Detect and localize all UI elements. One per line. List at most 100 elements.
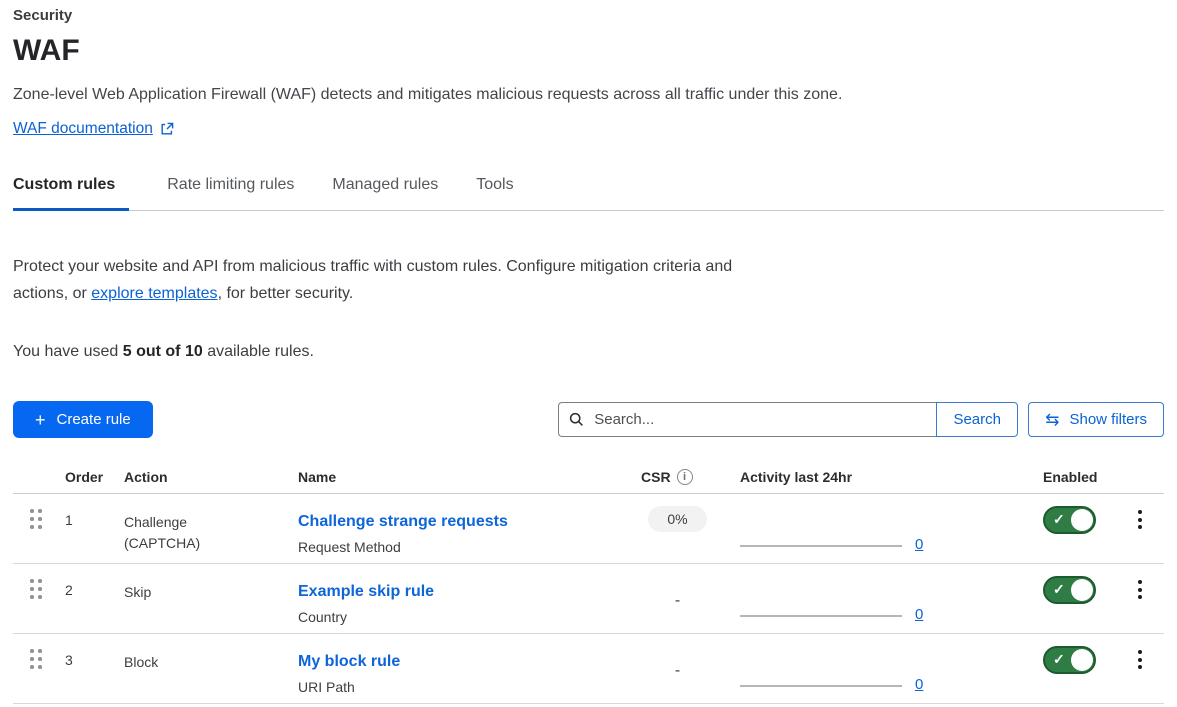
row-csr-cell: 0% <box>630 494 725 563</box>
search-group: Search <box>558 402 1018 437</box>
plus-icon: + <box>35 411 46 429</box>
row-csr-cell: - <box>630 564 725 633</box>
activity-sparkline <box>740 615 902 617</box>
doc-link-row: WAF documentation <box>13 120 1164 138</box>
row-order: 1 <box>65 494 124 563</box>
csr-value: - <box>675 592 680 610</box>
page-title: WAF <box>13 34 1164 68</box>
check-icon: ✓ <box>1053 651 1065 668</box>
row-spacer <box>935 494 1043 563</box>
toggle-knob <box>1071 579 1093 601</box>
row-menu-cell <box>1115 564 1164 633</box>
create-rule-label: Create rule <box>57 411 131 428</box>
col-name-header: Name <box>298 469 630 485</box>
kebab-menu-icon[interactable] <box>1132 508 1148 563</box>
enabled-toggle[interactable]: ✓ <box>1043 506 1096 534</box>
row-csr-cell: - <box>630 634 725 703</box>
row-action: Skip <box>124 564 224 633</box>
tab-custom-rules[interactable]: Custom rules <box>13 166 129 211</box>
tab-managed-rules[interactable]: Managed rules <box>332 166 438 210</box>
search-icon <box>569 412 584 427</box>
show-filters-label: Show filters <box>1069 411 1147 428</box>
table-row: 2 Skip Example skip rule Country - 0 ✓ <box>13 564 1164 634</box>
row-handle-cell <box>13 494 65 563</box>
show-filters-button[interactable]: ⇆ Show filters <box>1028 402 1164 437</box>
kebab-menu-icon[interactable] <box>1132 578 1148 633</box>
tab-tools[interactable]: Tools <box>476 166 513 210</box>
row-spacer <box>935 564 1043 633</box>
csr-badge: 0% <box>648 506 706 532</box>
row-activity-cell: 0 <box>725 494 935 563</box>
search-box <box>558 402 936 437</box>
rule-name-link[interactable]: My block rule <box>298 652 630 672</box>
col-enabled-header: Enabled <box>1043 469 1115 485</box>
rule-name-link[interactable]: Challenge strange requests <box>298 512 630 532</box>
explore-templates-link[interactable]: explore templates <box>91 285 217 302</box>
tab-rate-limiting-rules[interactable]: Rate limiting rules <box>167 166 294 210</box>
csr-header-label: CSR <box>641 469 671 485</box>
toolbar-right: Search ⇆ Show filters <box>558 402 1164 437</box>
row-enabled-cell: ✓ <box>1043 564 1115 633</box>
activity-count-link[interactable]: 0 <box>915 676 923 693</box>
drag-handle-icon[interactable] <box>30 649 65 669</box>
rule-field: URI Path <box>298 679 630 695</box>
col-csr-header: CSR i <box>630 469 725 485</box>
col-activity-header: Activity last 24hr <box>725 469 935 485</box>
tab-bar: Custom rules Rate limiting rules Managed… <box>13 166 1164 211</box>
check-icon: ✓ <box>1053 581 1065 598</box>
row-spacer <box>935 634 1043 703</box>
rule-name-link[interactable]: Example skip rule <box>298 582 630 602</box>
rules-table: Order Action Name CSR i Activity last 24… <box>13 460 1164 704</box>
info-icon[interactable]: i <box>677 469 693 485</box>
usage-summary: You have used 5 out of 10 available rule… <box>13 343 1164 361</box>
usage-prefix: You have used <box>13 343 123 360</box>
intro-text-after: , for better security. <box>218 285 354 302</box>
toggle-knob <box>1071 649 1093 671</box>
rule-field: Request Method <box>298 539 630 555</box>
row-activity-cell: 0 <box>725 564 935 633</box>
activity-sparkline <box>740 685 902 687</box>
enabled-toggle[interactable]: ✓ <box>1043 646 1096 674</box>
row-handle-cell <box>13 564 65 633</box>
row-action: Challenge (CAPTCHA) <box>124 494 224 563</box>
csr-value: - <box>675 662 680 680</box>
row-enabled-cell: ✓ <box>1043 634 1115 703</box>
search-button[interactable]: Search <box>936 402 1018 437</box>
activity-count-link[interactable]: 0 <box>915 536 923 553</box>
row-menu-cell <box>1115 494 1164 563</box>
row-action: Block <box>124 634 224 703</box>
check-icon: ✓ <box>1053 511 1065 528</box>
drag-handle-icon[interactable] <box>30 509 65 529</box>
create-rule-button[interactable]: + Create rule <box>13 401 153 438</box>
activity-sparkline <box>740 545 902 547</box>
enabled-toggle[interactable]: ✓ <box>1043 576 1096 604</box>
waf-documentation-link[interactable]: WAF documentation <box>13 120 153 138</box>
row-menu-cell <box>1115 634 1164 703</box>
breadcrumb: Security <box>13 6 1164 26</box>
kebab-menu-icon[interactable] <box>1132 648 1148 703</box>
row-enabled-cell: ✓ <box>1043 494 1115 563</box>
toggle-knob <box>1071 509 1093 531</box>
row-handle-cell <box>13 634 65 703</box>
toolbar: + Create rule Search ⇆ Show filt <box>13 401 1164 438</box>
row-name-cell: Example skip rule Country <box>298 564 630 633</box>
external-link-icon <box>160 122 174 136</box>
col-order-header: Order <box>65 469 124 485</box>
usage-count: 5 out of 10 <box>123 343 203 360</box>
drag-handle-icon[interactable] <box>30 579 65 599</box>
table-row: 3 Block My block rule URI Path - 0 ✓ <box>13 634 1164 704</box>
row-order: 2 <box>65 564 124 633</box>
row-name-cell: Challenge strange requests Request Metho… <box>298 494 630 563</box>
table-header-row: Order Action Name CSR i Activity last 24… <box>13 460 1164 494</box>
page-description: Zone-level Web Application Firewall (WAF… <box>13 84 1164 106</box>
search-input[interactable] <box>592 410 926 429</box>
swap-arrows-icon: ⇆ <box>1045 411 1059 428</box>
col-action-header: Action <box>124 469 298 485</box>
intro-text: Protect your website and API from malici… <box>13 253 758 307</box>
table-row: 1 Challenge (CAPTCHA) Challenge strange … <box>13 494 1164 564</box>
activity-count-link[interactable]: 0 <box>915 606 923 623</box>
row-order: 3 <box>65 634 124 703</box>
waf-page: Security WAF Zone-level Web Application … <box>0 0 1177 704</box>
rule-field: Country <box>298 609 630 625</box>
row-activity-cell: 0 <box>725 634 935 703</box>
